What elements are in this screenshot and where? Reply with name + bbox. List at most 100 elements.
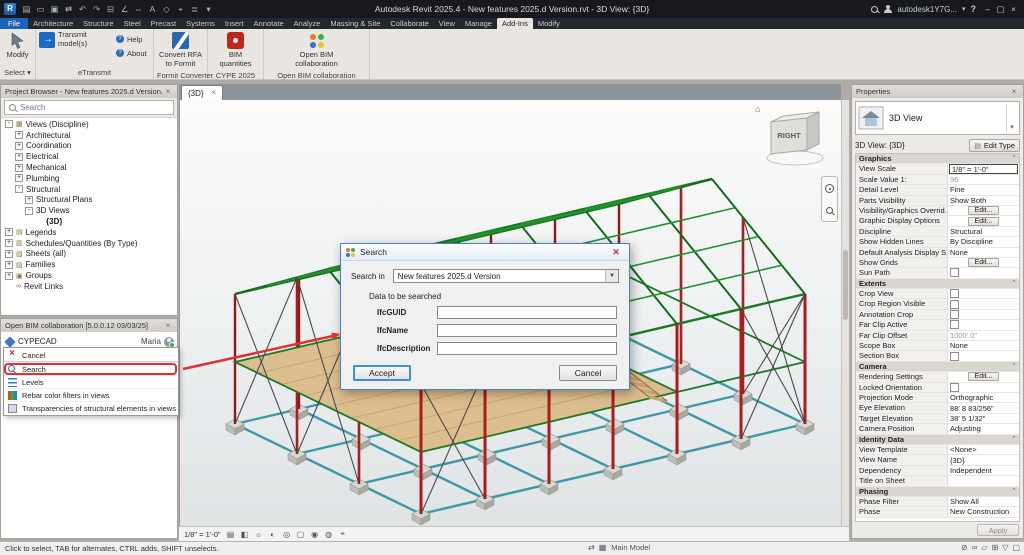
property-value[interactable] [948, 299, 1019, 308]
search-input[interactable] [20, 103, 140, 112]
property-row[interactable]: View Scale 1/8" = 1'-0" [856, 164, 1019, 175]
tree-expander[interactable]: - [25, 206, 33, 215]
tree-expander[interactable]: + [5, 228, 13, 237]
ribbon-tab[interactable]: Systems [181, 18, 220, 29]
property-row[interactable]: Extents [856, 278, 1019, 290]
ribbon-tab[interactable]: Insert [220, 18, 249, 29]
property-row[interactable]: Section Box [856, 351, 1019, 362]
property-value[interactable]: Orthographic [948, 393, 1019, 402]
property-row[interactable]: Rendering Settings Edit... [856, 372, 1019, 383]
tree-item[interactable]: + ▣ Groups [1, 270, 177, 281]
tree-expander[interactable]: + [25, 195, 33, 204]
tree-item[interactable]: + ▧ Sheets (all) [1, 249, 177, 260]
project-browser-search[interactable] [4, 100, 174, 115]
zoom-icon[interactable] [826, 207, 833, 214]
view-scale-control[interactable]: 1/8" = 1'-0" [184, 530, 221, 539]
save-icon[interactable]: ▣ [48, 2, 61, 16]
ifcdescription-field[interactable] [437, 342, 617, 355]
property-value[interactable]: <None> [948, 445, 1019, 454]
property-row[interactable]: Sun Path [856, 268, 1019, 279]
menu-item[interactable]: Search [4, 362, 178, 375]
close-icon[interactable]: × [1009, 87, 1019, 96]
ribbon-tab[interactable]: File [0, 18, 29, 29]
property-row[interactable]: Annotation Crop [856, 309, 1019, 321]
tree-expander[interactable]: + [15, 141, 23, 150]
edit-type-button[interactable]: Edit Type [969, 139, 1020, 152]
detail-level-icon[interactable]: ▤ [225, 528, 237, 540]
ribbon-tab[interactable]: Manage [460, 18, 497, 29]
tree-expander[interactable]: + [5, 271, 13, 280]
property-value[interactable]: Show All [948, 497, 1019, 506]
property-row[interactable]: Phase New Construction [856, 507, 1019, 518]
tree-expander[interactable] [35, 218, 43, 226]
close-icon[interactable]: × [163, 321, 173, 330]
property-value[interactable]: None [948, 248, 1019, 257]
tree-expander[interactable]: + [15, 163, 23, 172]
dimension-icon[interactable]: ⇔ [132, 2, 145, 16]
open-bim-collaboration-button[interactable]: Open BIM collaboration [282, 31, 352, 68]
print-icon[interactable]: ⊟ [104, 2, 117, 16]
about-button[interactable]: About [114, 47, 149, 59]
ribbon-tab[interactable]: Steel [119, 18, 146, 29]
property-row[interactable]: View Template <None> [856, 444, 1019, 456]
property-value[interactable]: Show Both [948, 196, 1019, 205]
panel-label-select[interactable]: Select ▾ [0, 67, 35, 79]
help-button[interactable]: Help [114, 33, 149, 45]
tree-expander[interactable]: + [15, 152, 23, 161]
property-row[interactable]: Dependency Independent [856, 465, 1019, 477]
sync-icon[interactable]: ⇄ [62, 2, 75, 16]
property-row[interactable]: View Name {3D} [856, 455, 1019, 466]
tree-item[interactable]: + ▨ Families [1, 259, 177, 270]
tree-item[interactable]: + ▥ Schedules/Quantities (By Type) [1, 238, 177, 249]
shadows-icon[interactable]: ◐ [267, 528, 279, 540]
project-browser-header[interactable]: Project Browser - New features 2025.d Ve… [1, 85, 177, 98]
properties-header[interactable]: Properties × [852, 85, 1023, 98]
tree-expander[interactable]: - [15, 185, 23, 194]
property-value[interactable]: Fine [948, 185, 1019, 194]
ribbon-tab[interactable]: Architecture [28, 18, 78, 29]
drag-elements-icon[interactable]: ⊞ [992, 543, 999, 552]
view-cube[interactable]: ⌂ RIGHT [755, 104, 829, 168]
transmit-models-button[interactable]: Transmit model(s) [39, 30, 111, 48]
property-row[interactable]: Show Hidden Lines By Discipline [856, 237, 1019, 248]
property-value[interactable]: Structural [948, 227, 1019, 236]
property-row[interactable]: Locked Orientation [856, 382, 1019, 393]
text-icon[interactable]: A [146, 2, 159, 16]
tree-item[interactable]: + Mechanical [1, 162, 177, 173]
default-3d-view-icon[interactable]: ◇ [160, 2, 173, 16]
property-value[interactable]: 88' 8 83/256" [948, 403, 1019, 413]
ribbon-tab[interactable]: Analyze [289, 18, 326, 29]
tree-expander[interactable]: + [15, 174, 23, 183]
tree-item[interactable]: - 3D Views [1, 205, 177, 216]
view-tab-3d[interactable]: {3D} ✕ [181, 85, 224, 100]
property-value[interactable] [948, 476, 1019, 485]
restore-button[interactable]: ▢ [994, 4, 1007, 15]
chevron-down-icon[interactable]: ▼ [605, 270, 618, 282]
apply-button[interactable]: Apply [977, 524, 1019, 536]
property-value[interactable] [948, 289, 1019, 298]
ribbon-tab[interactable]: Massing & Site [325, 18, 385, 29]
active-workset-label[interactable]: Main Model [611, 543, 650, 552]
panel-label-openbim[interactable]: Open BIM collaboration [264, 70, 369, 82]
ribbon-tab[interactable]: Structure [78, 18, 118, 29]
minimize-button[interactable]: – [981, 4, 994, 15]
navigation-wheel-icon[interactable] [825, 184, 834, 193]
navigation-bar[interactable] [821, 176, 838, 222]
analytical-model-icon[interactable]: ⌖ [337, 528, 349, 540]
property-row[interactable]: Default Analysis Display S... None [856, 247, 1019, 258]
property-value[interactable]: Independent [948, 466, 1019, 475]
property-value[interactable]: Edit... [948, 258, 1019, 268]
panel-label-cype[interactable]: CYPE 2025 [208, 70, 263, 82]
property-row[interactable]: Far Clip Active [856, 320, 1019, 331]
property-value[interactable] [948, 310, 1019, 319]
tree-expander[interactable]: + [5, 239, 13, 248]
property-value[interactable]: 1000' 0" [948, 331, 1019, 340]
selection-toggle-icon[interactable]: ▢ [1012, 543, 1020, 552]
collaboration-panel-header[interactable]: Open BIM collaboration [5.0.0.12 03/03/2… [1, 319, 177, 332]
property-value[interactable] [948, 268, 1019, 277]
menu-item[interactable]: Transparencies of structural elements in… [4, 401, 178, 414]
property-row[interactable]: Camera [856, 361, 1019, 373]
ribbon-tab[interactable]: Add-Ins [496, 18, 533, 29]
tree-item[interactable]: + ▤ Legends [1, 227, 177, 238]
type-selector[interactable]: 3D View ▾ [855, 101, 1020, 135]
